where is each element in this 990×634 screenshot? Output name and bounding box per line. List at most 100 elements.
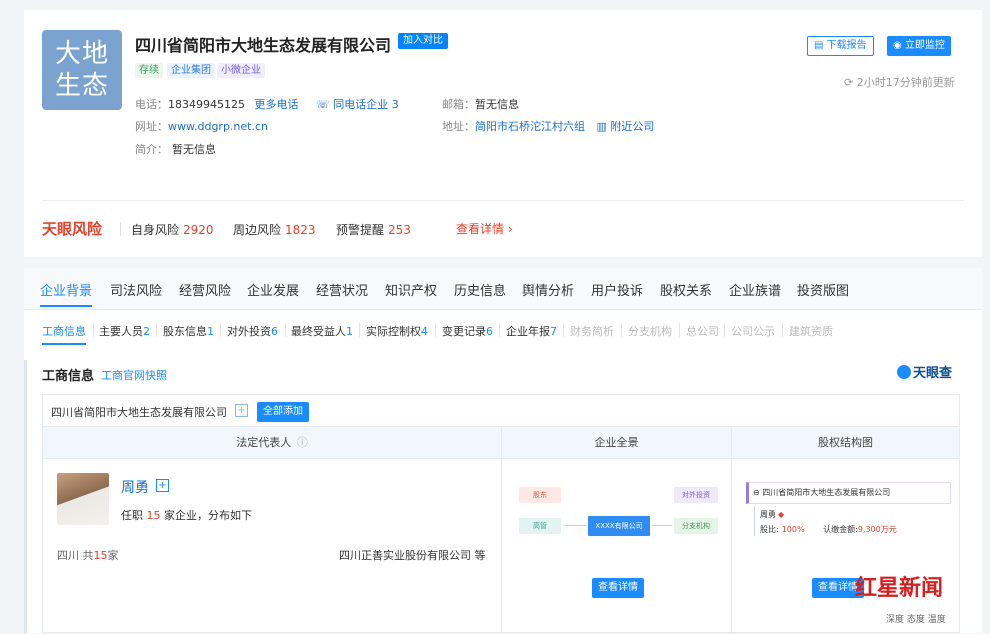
monitor-icon: ◉ bbox=[893, 40, 905, 51]
phone-icon: ☏ bbox=[315, 98, 334, 111]
add-icon[interactable]: + bbox=[156, 479, 169, 492]
monitor-button[interactable]: ◉ 立即监控 bbox=[887, 36, 951, 56]
address-row: 地址：简阳市石桥沱江村六组 ▥ 附近公司 bbox=[442, 120, 655, 133]
status-tag: 存续 bbox=[135, 63, 163, 78]
company-name: 四川省简阳市大地生态发展有限公司 bbox=[135, 36, 392, 55]
help-icon[interactable]: ⓘ bbox=[297, 436, 308, 449]
nearby-companies-link[interactable]: ▥ 附近公司 bbox=[597, 120, 655, 133]
tab-development[interactable]: 企业发展 bbox=[247, 280, 299, 299]
subtab-beneficiary[interactable]: 最终受益人1 bbox=[291, 323, 353, 343]
tab-investment-map[interactable]: 投资版图 bbox=[797, 280, 849, 299]
tab-equity[interactable]: 股权关系 bbox=[660, 280, 712, 299]
risk-logo: 天眼风险 bbox=[42, 220, 103, 238]
address-link[interactable]: 简阳市石桥沱江村六组 bbox=[475, 120, 585, 133]
more-phones-link[interactable]: 更多电话 bbox=[254, 98, 298, 111]
subtab-shareholders[interactable]: 股东信息1 bbox=[163, 323, 214, 343]
update-time[interactable]: ⟳ 2小时17分钟前更新 bbox=[844, 74, 955, 90]
connector bbox=[652, 525, 672, 526]
section-side-bar bbox=[24, 360, 27, 633]
tab-history[interactable]: 历史信息 bbox=[454, 280, 506, 299]
subtab-separator bbox=[621, 323, 622, 337]
subtab-business-info[interactable]: 工商信息 bbox=[42, 323, 86, 345]
subtab-separator bbox=[156, 323, 157, 337]
panorama-shareholder-box: 股东 bbox=[519, 487, 561, 503]
add-icon[interactable]: + bbox=[235, 404, 248, 417]
legal-rep-company-link[interactable]: 四川正善实业股份有限公司 等 bbox=[339, 547, 486, 563]
subtab-separator bbox=[220, 323, 221, 337]
subtab-key-personnel[interactable]: 主要人员2 bbox=[99, 323, 150, 343]
tab-business-risk[interactable]: 经营风险 bbox=[179, 280, 231, 299]
equity-ratio: 股比: 100% 认缴金额:9,300万元 bbox=[760, 525, 897, 534]
divider bbox=[42, 200, 964, 201]
collapse-icon[interactable]: ⊖ bbox=[753, 488, 762, 497]
main-tab-bar: 企业背景 司法风险 经营风险 企业发展 经营状况 知识产权 历史信息 舆情分析 … bbox=[24, 268, 982, 310]
panorama-header: 企业全景 bbox=[502, 427, 731, 459]
news-watermark-slogan: 深度 态度 温度 bbox=[884, 612, 948, 625]
official-snapshot-link[interactable]: 工商官网快照 bbox=[101, 367, 167, 383]
subtab-qualification: 建筑资质 bbox=[789, 325, 833, 338]
tab-operation[interactable]: 经营状况 bbox=[316, 280, 368, 299]
legal-rep-header: 法定代表人 ⓘ bbox=[43, 427, 501, 459]
tianyancha-logo: 天眼查 bbox=[897, 362, 952, 381]
equity-person[interactable]: 周勇 ◆ bbox=[760, 509, 784, 520]
business-info-table: 四川省简阳市大地生态发展有限公司 + 全部添加 法定代表人 ⓘ 企业全景 股权结… bbox=[42, 394, 960, 634]
group-tag[interactable]: 企业集团 bbox=[167, 63, 215, 78]
table-company-name: 四川省简阳市大地生态发展有限公司 bbox=[51, 406, 227, 419]
panorama-diagram: 股东 高管 XXXX有限公司 对外投资 分支机构 查看详情 bbox=[502, 460, 731, 634]
company-logo: 大地 生态 bbox=[42, 30, 122, 110]
subtab-separator bbox=[499, 323, 500, 337]
panorama-center-box: XXXX有限公司 bbox=[588, 516, 650, 536]
badge-icon: ◆ bbox=[778, 510, 785, 519]
tab-judicial-risk[interactable]: 司法风险 bbox=[110, 280, 162, 299]
panorama-executive-box: 高管 bbox=[519, 518, 561, 534]
tab-enterprise-background[interactable]: 企业背景 bbox=[40, 280, 92, 299]
around-risk[interactable]: 周边风险 1823 bbox=[233, 221, 316, 238]
website-link[interactable]: www.ddgrp.net.cn bbox=[168, 120, 268, 133]
subtab-separator bbox=[563, 323, 564, 337]
subtab-finance: 财务简析 bbox=[570, 325, 614, 338]
building-icon: ▥ bbox=[596, 120, 611, 133]
intro-value: 暂无信息 bbox=[172, 143, 216, 156]
subtab-control[interactable]: 实际控制权4 bbox=[366, 323, 428, 343]
tab-sentiment[interactable]: 舆情分析 bbox=[522, 280, 574, 299]
panorama-branch-box: 分支机构 bbox=[674, 518, 718, 534]
download-report-button[interactable]: ▤ 下载报告 bbox=[807, 36, 874, 56]
active-tab-indicator bbox=[40, 305, 92, 307]
micro-enterprise-tag[interactable]: 小微企业 bbox=[217, 63, 265, 78]
phone-value[interactable]: 18349945125 bbox=[168, 98, 245, 111]
tab-genealogy[interactable]: 企业族谱 bbox=[729, 280, 781, 299]
subtab-separator bbox=[435, 323, 436, 337]
refresh-icon: ⟳ bbox=[844, 76, 857, 89]
tab-ip[interactable]: 知识产权 bbox=[385, 280, 437, 299]
subtab-separator bbox=[679, 323, 680, 337]
subtab-separator bbox=[782, 323, 783, 337]
subtab-annual-report[interactable]: 企业年报7 bbox=[506, 323, 557, 343]
legal-rep-name[interactable]: 周勇 bbox=[121, 477, 149, 497]
email-row: 邮箱：暂无信息 bbox=[442, 98, 519, 111]
phone-row: 电话：18349945125 更多电话 ☏ 同电话企业 3 bbox=[135, 98, 399, 111]
risk-separator bbox=[120, 222, 121, 236]
subtab-separator bbox=[359, 323, 360, 337]
news-watermark: 红星新闻 bbox=[855, 576, 944, 601]
add-compare-button[interactable]: 加入对比 bbox=[398, 33, 448, 49]
subtab-public-notice: 公司公示 bbox=[731, 325, 775, 338]
risk-details-link[interactable]: 查看详情 › bbox=[456, 220, 513, 237]
equity-diagram: ⊖ 四川省简阳市大地生态发展有限公司 周勇 ◆ 股比: 100% 认缴金额:9,30… bbox=[732, 460, 959, 634]
self-risk[interactable]: 自身风险 2920 bbox=[131, 221, 214, 238]
warning-risk[interactable]: 预警提醒 253 bbox=[336, 221, 411, 238]
website-row: 网址：www.ddgrp.net.cn bbox=[135, 120, 268, 133]
panorama-view-button[interactable]: 查看详情 bbox=[592, 578, 644, 598]
same-phone-link[interactable]: ☏ 同电话企业 3 bbox=[316, 98, 399, 111]
panorama-investment-box: 对外投资 bbox=[674, 487, 718, 503]
document-icon: ▤ bbox=[814, 40, 827, 51]
subtab-separator bbox=[285, 323, 286, 337]
legal-rep-region: 四川 共15家 bbox=[57, 549, 119, 562]
subtab-head-office: 总公司 bbox=[686, 325, 719, 338]
subtab-investments[interactable]: 对外投资6 bbox=[227, 323, 278, 343]
subtab-change-log[interactable]: 变更记录6 bbox=[442, 323, 493, 343]
add-all-button[interactable]: 全部添加 bbox=[257, 402, 309, 422]
intro-row: 简介： 暂无信息 bbox=[135, 143, 216, 156]
tab-complaints[interactable]: 用户投诉 bbox=[591, 280, 643, 299]
subtab-branches: 分支机构 bbox=[628, 325, 672, 338]
avatar[interactable] bbox=[57, 473, 109, 525]
